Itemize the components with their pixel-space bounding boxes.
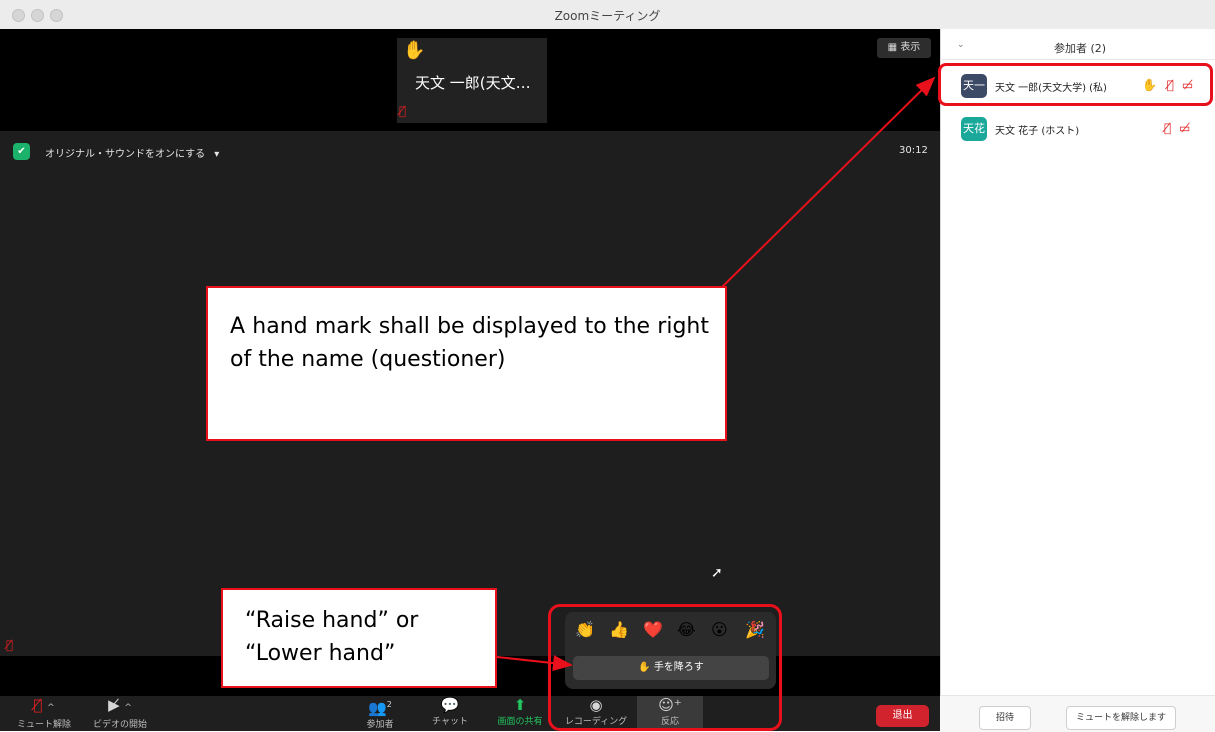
arrow-to-hand-mark bbox=[718, 76, 936, 291]
callout-raise-lower-hand: “Raise hand” or “Lower hand” bbox=[221, 588, 497, 688]
arrow-to-lower-hand bbox=[496, 655, 573, 672]
callout-hand-mark: A hand mark shall be displayed to the ri… bbox=[206, 286, 727, 441]
